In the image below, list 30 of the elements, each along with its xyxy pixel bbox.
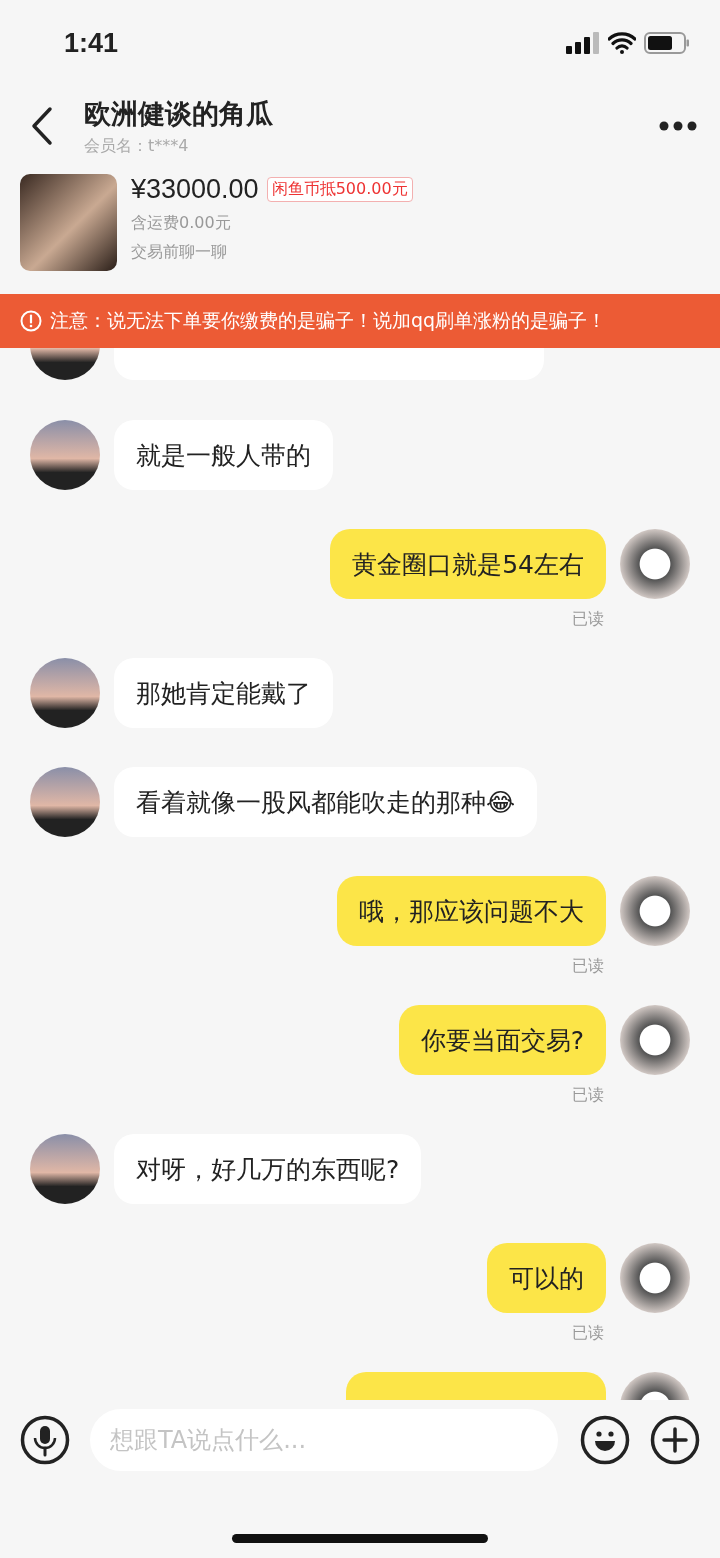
add-icon[interactable] [650,1415,700,1465]
battery-icon [644,32,690,54]
wifi-icon [608,32,636,54]
message-bubble: 哦，那应该问题不大 [337,876,606,946]
message-bubble: 对呀，好几万的东西呢? [114,1134,422,1204]
message-bubble: 黄金圈口就是54左右 [330,529,606,599]
message-bubble: 就是一般人带的 [114,420,333,490]
microphone-icon[interactable] [20,1415,70,1465]
message-bubble: 你要当面交易? [398,1005,606,1075]
read-receipt: 已读 [572,956,604,976]
message-bubble: 看着就像一股风都能吹走的那种😂 [114,767,538,837]
message-bubble: 可以的 [487,1243,606,1313]
member-name: 会员名：t***4 [84,135,190,157]
chat-title: 欧洲健谈的角瓜 [84,96,274,131]
warning-text: 注意：说无法下单要你缴费的是骗子！说加qq刷单涨粉的是骗子！ [50,308,607,333]
status-time: 1:41 [64,27,119,59]
product-price: ¥33000.00 [131,174,259,205]
read-receipt: 已读 [572,1323,604,1343]
more-icon[interactable] [658,120,698,132]
photo-placeholder[interactable] [20,174,117,271]
read-receipt: 已读 [572,609,604,629]
message-bubble: 那她肯定能戴了 [114,658,333,728]
message-input[interactable]: 想跟TA说点什么... [90,1409,558,1471]
warning-icon [20,310,42,332]
coupon-tag: 闲鱼币抵500.00元 [266,177,413,202]
read-receipt: 已读 [572,1085,604,1105]
chat-hint: 交易前聊一聊 [131,242,228,263]
shipping-text: 含运费0.00元 [131,213,232,234]
emoji-icon[interactable] [580,1415,630,1465]
signal-icon [566,32,600,54]
